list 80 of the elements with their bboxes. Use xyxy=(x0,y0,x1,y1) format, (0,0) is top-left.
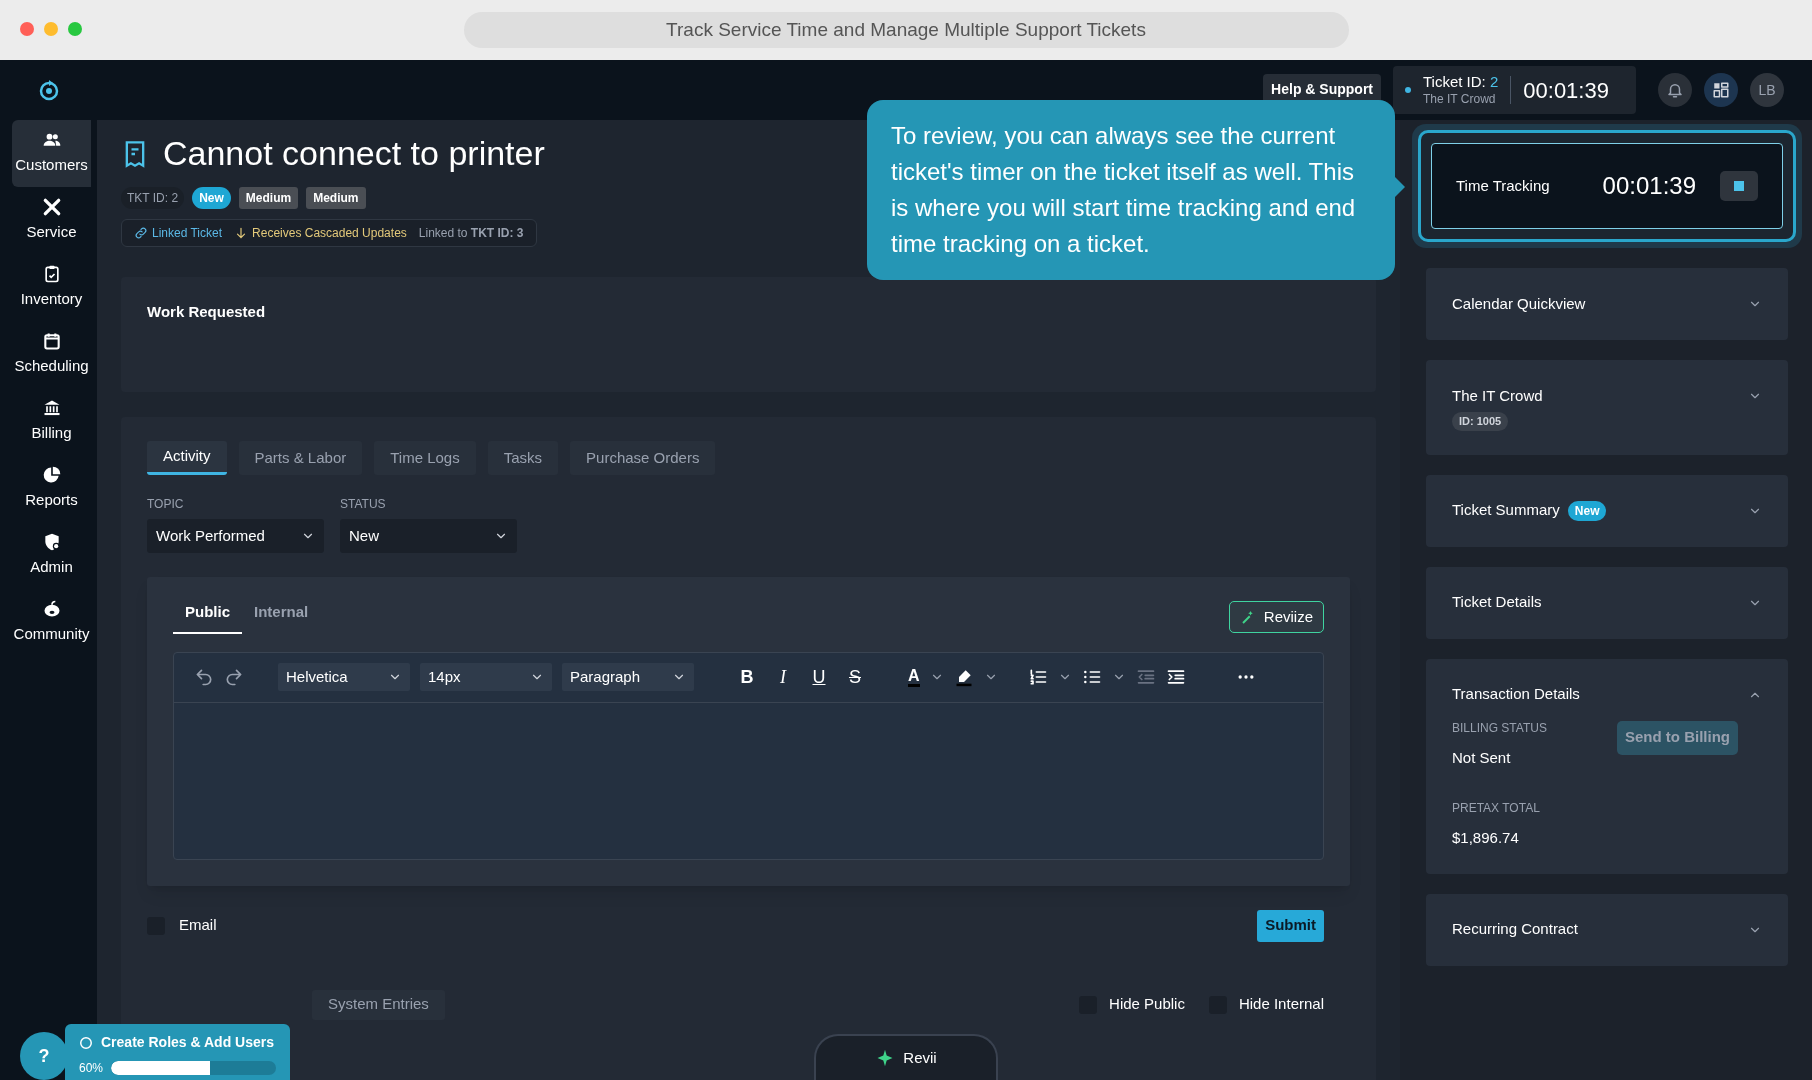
page-title-bar: Track Service Time and Manage Multiple Support Tickets xyxy=(463,12,1349,48)
submit-button[interactable]: Submit xyxy=(1257,909,1324,942)
active-ticket-panel[interactable]: Ticket ID: 2 The IT Crowd 00:01:39 xyxy=(1393,66,1636,114)
revii-button[interactable]: Revii xyxy=(814,1034,998,1080)
ticket-id-label: Ticket ID: 2 xyxy=(1423,73,1499,92)
stop-icon xyxy=(1734,181,1744,191)
dashboard-button[interactable] xyxy=(1704,73,1738,107)
field-label: STATUS xyxy=(340,496,387,513)
sidebar-item[interactable]: Service xyxy=(12,187,91,254)
tooltip-text: To review, you can always see the current ticket's timer on the ticket itself as well. This is where you will start time tracking and end time tracking on a ticket. xyxy=(891,121,1357,259)
strikethrough-button[interactable]: S xyxy=(842,663,868,691)
card-title: Calendar Quickview xyxy=(1452,293,1586,314)
linked-ticket-link[interactable]: Linked Ticket xyxy=(134,224,223,242)
sidebar-item[interactable]: Customers xyxy=(12,120,91,187)
sidebar-item[interactable]: Admin xyxy=(12,522,91,589)
customer-name: The IT Crowd xyxy=(1423,91,1497,107)
linked-to-text: Linked to TKT ID: 3 xyxy=(418,225,524,242)
stop-timer-button[interactable] xyxy=(1720,171,1758,201)
field-label: BILLING STATUS xyxy=(1452,719,1548,737)
dropdown[interactable]: Work Performed xyxy=(147,519,324,553)
filter-checkbox[interactable]: Hide Public xyxy=(1079,993,1185,1016)
timer-display: 00:01:39 xyxy=(1523,76,1609,105)
user-avatar[interactable]: LB xyxy=(1750,73,1784,107)
layout-grid-icon xyxy=(1712,81,1730,99)
field-value: $1,896.74 xyxy=(1452,828,1520,848)
badge: New xyxy=(192,187,231,209)
cascade-status: Receives Cascaded Updates xyxy=(234,224,407,242)
italic-button[interactable]: I xyxy=(770,663,796,691)
underline-button[interactable]: U xyxy=(806,663,832,691)
progress-label: 60% xyxy=(79,1060,104,1077)
field-label: TOPIC xyxy=(147,496,185,513)
bold-button[interactable]: B xyxy=(734,663,760,691)
text-color-button[interactable]: A xyxy=(908,667,920,687)
sidebar-item[interactable]: Reports xyxy=(12,455,91,522)
bell-icon xyxy=(1666,81,1684,99)
tab[interactable]: Activity xyxy=(147,441,227,475)
indent-icon[interactable] xyxy=(1165,667,1186,687)
calendar-icon xyxy=(41,331,62,352)
customer-id-badge: ID: 1005 xyxy=(1452,412,1509,431)
circle-icon xyxy=(79,1035,93,1050)
email-checkbox[interactable]: Email xyxy=(147,914,217,937)
card-title: Transaction Details xyxy=(1452,684,1580,705)
field-value: Not Sent xyxy=(1452,747,1512,768)
sidebar-item[interactable]: Community xyxy=(12,589,91,656)
tab[interactable]: Time Logs xyxy=(374,441,476,475)
field-label: PRETAX TOTAL xyxy=(1452,800,1541,817)
link-icon xyxy=(134,226,148,240)
tab[interactable]: System Entries xyxy=(312,989,445,1020)
reviize-button[interactable]: Reviize xyxy=(1228,601,1324,634)
font-size-dropdown[interactable]: 14px xyxy=(420,663,552,691)
card-title: Time Tracking xyxy=(1456,175,1550,196)
rich-text-editor[interactable]: Helvetica 14px Paragraph B I U S A xyxy=(173,651,1324,860)
sidebar-item[interactable]: Scheduling xyxy=(12,321,91,388)
dropdown[interactable]: New xyxy=(340,519,517,553)
redo-icon[interactable] xyxy=(224,667,244,687)
ticket-id: TKT ID: 2 xyxy=(121,187,185,209)
font-family-dropdown[interactable]: Helvetica xyxy=(278,663,410,691)
badge: Medium xyxy=(238,187,299,209)
undo-icon[interactable] xyxy=(194,667,214,687)
outdent-icon[interactable] xyxy=(1135,667,1156,687)
card-title: The IT Crowd xyxy=(1452,385,1543,406)
notifications-button[interactable] xyxy=(1658,73,1692,107)
badge: Medium xyxy=(306,187,366,209)
timer-display: 00:01:39 xyxy=(1602,171,1696,201)
task-title: Create Roles & Add Users xyxy=(101,1033,274,1052)
card-title: Ticket Summary xyxy=(1452,500,1560,521)
tab[interactable]: Internal xyxy=(242,601,321,634)
badge: New xyxy=(1567,500,1607,521)
card-title: Recurring Contract xyxy=(1452,919,1578,940)
tab[interactable]: Tasks xyxy=(487,441,559,475)
tab[interactable]: Public xyxy=(173,601,242,634)
section-title: Work Requested xyxy=(147,302,267,322)
sidebar-item[interactable]: Billing xyxy=(12,388,91,455)
card-title: Ticket Details xyxy=(1452,592,1542,613)
tab[interactable]: Purchase Orders xyxy=(570,441,716,475)
block-format-dropdown[interactable]: Paragraph xyxy=(562,663,694,691)
filter-checkbox[interactable]: Hide Internal xyxy=(1208,993,1324,1016)
tab[interactable]: Parts & Labor xyxy=(238,441,363,475)
sidebar-item[interactable]: Inventory xyxy=(12,254,91,321)
ticket-title: Cannot connect to printer xyxy=(163,133,545,174)
